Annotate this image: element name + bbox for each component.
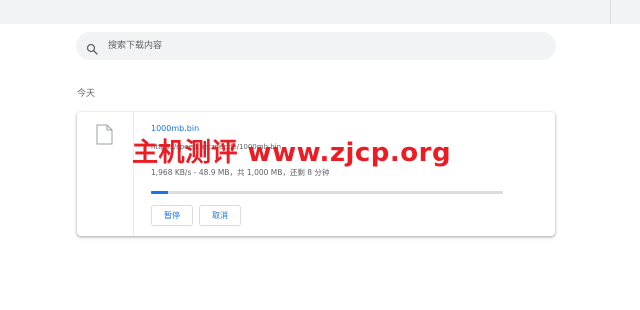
pause-button[interactable]: 暂停: [151, 205, 193, 226]
top-toolbar: [0, 0, 640, 24]
download-item-card: 1000mb.bin https://speed.hetzner.de/1000…: [77, 112, 555, 236]
download-status-text: 1,968 KB/s - 48.9 MB，共 1,000 MB，还剩 8 分钟: [151, 168, 330, 177]
search-bar[interactable]: [76, 32, 556, 60]
search-icon: [86, 40, 98, 55]
date-section-title: 今天: [77, 89, 96, 99]
download-filename-link[interactable]: 1000mb.bin: [151, 124, 199, 133]
download-progress-fill: [151, 191, 169, 194]
search-input[interactable]: [108, 38, 528, 54]
download-source-url[interactable]: https://speed.hetzner.de/1000mb.bin: [151, 143, 281, 151]
cancel-button[interactable]: 取消: [199, 205, 241, 226]
file-icon: [96, 124, 113, 145]
toolbar-divider: [610, 0, 611, 24]
download-progress-bar: [151, 191, 503, 194]
download-item-icon-column: [77, 112, 134, 236]
